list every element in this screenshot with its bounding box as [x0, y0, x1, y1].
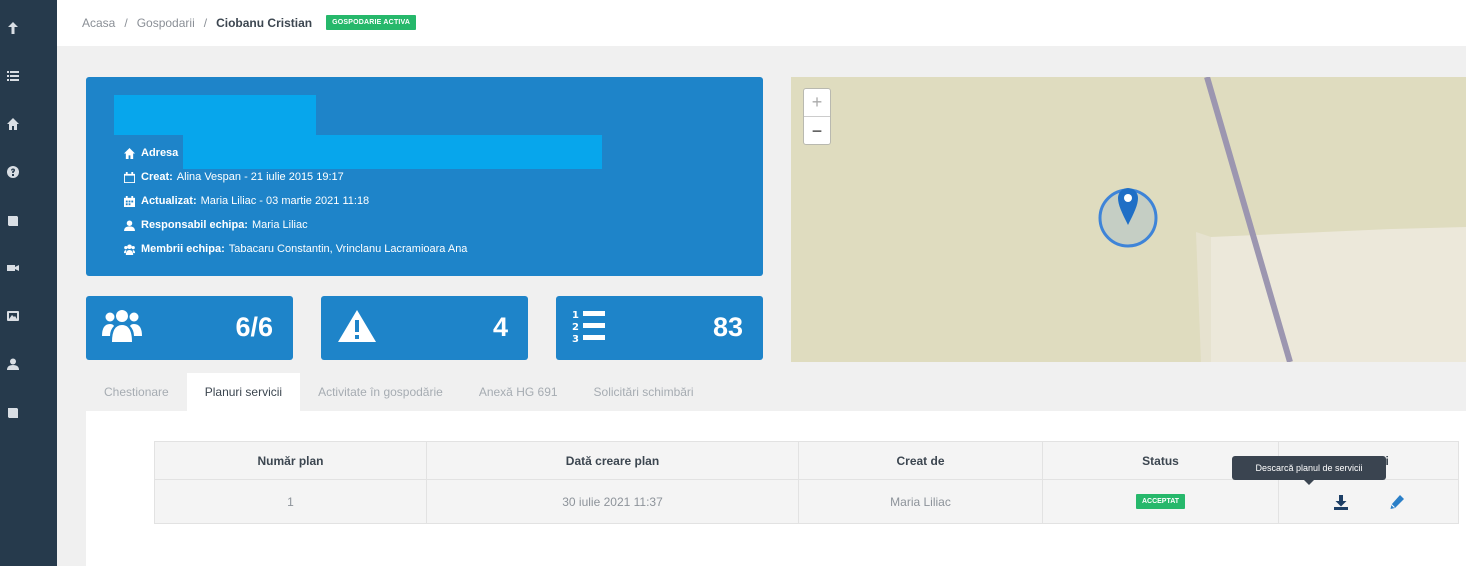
breadcrumb-separator: / [124, 15, 128, 30]
home-icon[interactable] [0, 104, 57, 144]
tab-chestionare[interactable]: Chestionare [86, 373, 187, 411]
stat-items-card[interactable]: 1 2 3 83 [556, 296, 763, 360]
created-label: Creat: [141, 171, 173, 183]
updated-line: Actualizat: Maria Liliac - 03 martie 202… [124, 189, 467, 213]
plan-author: Maria Liliac [799, 480, 1043, 523]
user-icon[interactable] [0, 344, 57, 384]
home-icon [124, 147, 135, 159]
stat-items-value: 83 [712, 312, 743, 342]
breadcrumb-current: Ciobanu Cristian [216, 15, 313, 30]
user-icon [124, 219, 135, 231]
responsible-line: Responsabil echipa: Maria Liliac [124, 213, 467, 237]
tab-activitate[interactable]: Activitate în gospodărie [300, 373, 461, 411]
updated-label: Actualizat: [141, 195, 197, 207]
tab-panel: Număr plan Dată creare plan Creat de Sta… [86, 411, 1466, 566]
topbar: Acasa / Gospodarii / Ciobanu Cristian GO… [57, 0, 1466, 46]
video-icon[interactable] [0, 248, 57, 288]
plan-actions [1279, 480, 1458, 523]
image-icon[interactable] [0, 296, 57, 336]
main-content: Acasa / Gospodarii / Ciobanu Cristian GO… [57, 0, 1466, 566]
stat-members-value: 6/6 [235, 312, 273, 342]
users-icon [124, 243, 135, 255]
stat-alerts-card[interactable]: 4 [321, 296, 528, 360]
service-plans-table: Număr plan Dată creare plan Creat de Sta… [154, 441, 1459, 524]
column-header[interactable]: Număr plan [155, 442, 427, 479]
info-lines: Adresa Creat: Alina Vespan - 21 iulie 20… [124, 141, 467, 261]
tabs: Chestionare Planuri servicii Activitate … [86, 373, 712, 411]
address-line: Adresa [124, 141, 467, 165]
map-canvas [1098, 77, 1466, 362]
zoom-out-button[interactable]: − [804, 117, 830, 145]
zoom-in-button[interactable]: + [804, 89, 830, 117]
numbered-list-icon: 1 2 3 [572, 310, 605, 344]
users-icon [102, 310, 142, 342]
edit-pencil-icon[interactable] [1389, 494, 1405, 510]
updated-value: Maria Liliac - 03 martie 2021 11:18 [200, 195, 370, 207]
svg-text:3: 3 [572, 334, 579, 344]
plan-number: 1 [155, 480, 427, 523]
household-info-card: Adresa Creat: Alina Vespan - 21 iulie 20… [86, 77, 763, 276]
created-value: Alina Vespan - 21 iulie 2015 19:17 [176, 171, 344, 183]
members-label: Membrii echipa: [141, 243, 225, 255]
breadcrumb-separator: / [203, 15, 208, 30]
breadcrumb-home[interactable]: Acasa [82, 16, 115, 30]
breadcrumb: Acasa / Gospodarii / Ciobanu Cristian GO… [82, 15, 417, 30]
warning-icon [338, 310, 376, 342]
plan-status-cell: ACCEPTAT [1043, 480, 1279, 523]
up-arrow-icon[interactable] [0, 8, 57, 48]
plan-date: 30 iulie 2021 11:37 [427, 480, 799, 523]
book-icon[interactable] [0, 392, 57, 432]
location-map[interactable]: + − [791, 77, 1466, 362]
tab-anexa-hg[interactable]: Anexă HG 691 [461, 373, 576, 411]
calendar-icon [124, 171, 135, 183]
tab-planuri-servicii[interactable]: Planuri servicii [186, 373, 301, 411]
status-badge: ACCEPTAT [1135, 494, 1186, 509]
svg-text:1: 1 [572, 310, 579, 321]
members-line: Membrii echipa: Tabacaru Constantin, Vri… [124, 237, 467, 261]
created-line: Creat: Alina Vespan - 21 iulie 2015 19:1… [124, 165, 467, 189]
stat-alerts-value: 4 [492, 312, 508, 342]
tab-solicitari[interactable]: Solicitări schimbări [576, 373, 712, 411]
members-value: Tabacaru Constantin, Vrinclanu Lacramioa… [228, 243, 468, 255]
calendar-icon [124, 195, 135, 207]
map-zoom-control: + − [803, 88, 831, 145]
help-icon[interactable] [0, 152, 57, 192]
sidebar [0, 0, 57, 566]
table-row: 1 30 iulie 2021 11:37 Maria Liliac ACCEP… [155, 479, 1458, 523]
breadcrumb-section[interactable]: Gospodarii [137, 16, 195, 30]
book-icon[interactable] [0, 200, 57, 240]
list-icon[interactable] [0, 56, 57, 96]
column-header[interactable]: Creat de [799, 442, 1043, 479]
redacted-title [114, 95, 316, 135]
svg-text:2: 2 [572, 322, 579, 333]
stat-members-card[interactable]: 6/6 [86, 296, 293, 360]
download-icon[interactable] [1333, 494, 1349, 510]
household-status-badge: GOSPODARIE ACTIVA [326, 15, 417, 30]
responsible-label: Responsabil echipa: [141, 219, 248, 231]
responsible-value: Maria Liliac [251, 219, 308, 231]
download-tooltip: Descarcă planul de servicii [1232, 456, 1386, 485]
address-label: Adresa [141, 147, 179, 159]
column-header[interactable]: Dată creare plan [427, 442, 799, 479]
